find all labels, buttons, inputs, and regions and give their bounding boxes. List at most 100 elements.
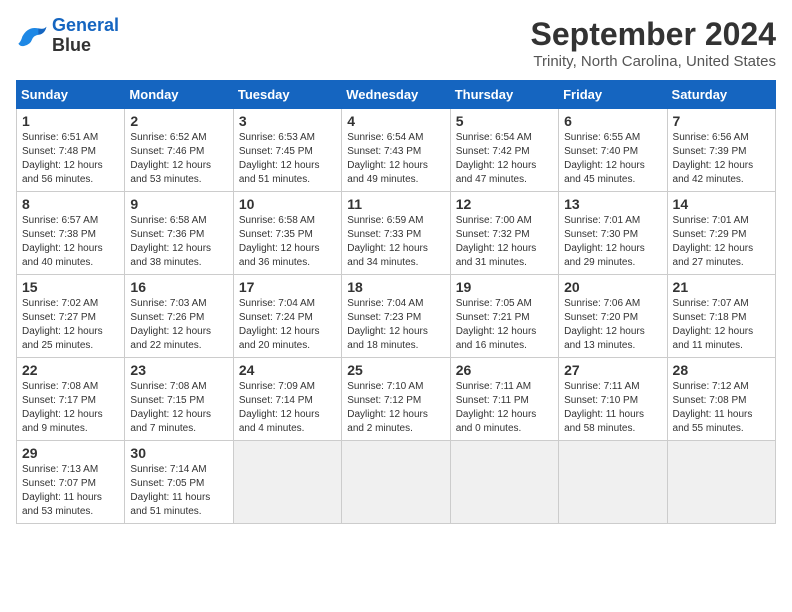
day-number: 16 <box>130 279 227 295</box>
day-number: 13 <box>564 196 661 212</box>
day-number: 29 <box>22 445 119 461</box>
day-cell: 22 Sunrise: 7:08 AM Sunset: 7:17 PM Dayl… <box>17 358 125 441</box>
day-cell: 18 Sunrise: 7:04 AM Sunset: 7:23 PM Dayl… <box>342 275 450 358</box>
day-info: Sunrise: 7:02 AM Sunset: 7:27 PM Dayligh… <box>22 297 119 353</box>
day-cell: 11 Sunrise: 6:59 AM Sunset: 7:33 PM Dayl… <box>342 192 450 275</box>
day-number: 12 <box>456 196 553 212</box>
day-number: 5 <box>456 113 553 129</box>
day-number: 27 <box>564 362 661 378</box>
day-info: Sunrise: 6:57 AM Sunset: 7:38 PM Dayligh… <box>22 214 119 270</box>
col-friday: Friday <box>559 81 667 109</box>
col-thursday: Thursday <box>450 81 558 109</box>
logo-text: General Blue <box>52 16 119 56</box>
day-number: 24 <box>239 362 336 378</box>
day-number: 19 <box>456 279 553 295</box>
day-number: 6 <box>564 113 661 129</box>
day-number: 7 <box>673 113 770 129</box>
day-info: Sunrise: 7:12 AM Sunset: 7:08 PM Dayligh… <box>673 380 770 436</box>
day-info: Sunrise: 7:04 AM Sunset: 7:24 PM Dayligh… <box>239 297 336 353</box>
day-info: Sunrise: 7:03 AM Sunset: 7:26 PM Dayligh… <box>130 297 227 353</box>
title-area: September 2024 Trinity, North Carolina, … <box>531 16 776 70</box>
col-sunday: Sunday <box>17 81 125 109</box>
day-number: 20 <box>564 279 661 295</box>
day-cell <box>342 441 450 524</box>
day-number: 4 <box>347 113 444 129</box>
day-number: 21 <box>673 279 770 295</box>
day-cell: 25 Sunrise: 7:10 AM Sunset: 7:12 PM Dayl… <box>342 358 450 441</box>
day-cell: 21 Sunrise: 7:07 AM Sunset: 7:18 PM Dayl… <box>667 275 775 358</box>
day-number: 10 <box>239 196 336 212</box>
day-info: Sunrise: 6:51 AM Sunset: 7:48 PM Dayligh… <box>22 131 119 187</box>
day-cell: 29 Sunrise: 7:13 AM Sunset: 7:07 PM Dayl… <box>17 441 125 524</box>
day-info: Sunrise: 6:56 AM Sunset: 7:39 PM Dayligh… <box>673 131 770 187</box>
day-cell: 14 Sunrise: 7:01 AM Sunset: 7:29 PM Dayl… <box>667 192 775 275</box>
day-cell: 5 Sunrise: 6:54 AM Sunset: 7:42 PM Dayli… <box>450 109 558 192</box>
day-info: Sunrise: 7:10 AM Sunset: 7:12 PM Dayligh… <box>347 380 444 436</box>
day-number: 26 <box>456 362 553 378</box>
day-cell: 17 Sunrise: 7:04 AM Sunset: 7:24 PM Dayl… <box>233 275 341 358</box>
day-cell: 15 Sunrise: 7:02 AM Sunset: 7:27 PM Dayl… <box>17 275 125 358</box>
day-number: 2 <box>130 113 227 129</box>
day-number: 15 <box>22 279 119 295</box>
day-info: Sunrise: 6:54 AM Sunset: 7:43 PM Dayligh… <box>347 131 444 187</box>
day-cell: 13 Sunrise: 7:01 AM Sunset: 7:30 PM Dayl… <box>559 192 667 275</box>
day-cell: 8 Sunrise: 6:57 AM Sunset: 7:38 PM Dayli… <box>17 192 125 275</box>
day-number: 23 <box>130 362 227 378</box>
day-info: Sunrise: 6:55 AM Sunset: 7:40 PM Dayligh… <box>564 131 661 187</box>
day-number: 1 <box>22 113 119 129</box>
day-number: 8 <box>22 196 119 212</box>
day-info: Sunrise: 7:01 AM Sunset: 7:29 PM Dayligh… <box>673 214 770 270</box>
col-saturday: Saturday <box>667 81 775 109</box>
day-info: Sunrise: 7:06 AM Sunset: 7:20 PM Dayligh… <box>564 297 661 353</box>
day-info: Sunrise: 6:53 AM Sunset: 7:45 PM Dayligh… <box>239 131 336 187</box>
day-number: 17 <box>239 279 336 295</box>
day-cell: 3 Sunrise: 6:53 AM Sunset: 7:45 PM Dayli… <box>233 109 341 192</box>
day-cell: 9 Sunrise: 6:58 AM Sunset: 7:36 PM Dayli… <box>125 192 233 275</box>
day-cell: 2 Sunrise: 6:52 AM Sunset: 7:46 PM Dayli… <box>125 109 233 192</box>
day-cell: 12 Sunrise: 7:00 AM Sunset: 7:32 PM Dayl… <box>450 192 558 275</box>
day-cell: 30 Sunrise: 7:14 AM Sunset: 7:05 PM Dayl… <box>125 441 233 524</box>
day-number: 3 <box>239 113 336 129</box>
day-cell: 20 Sunrise: 7:06 AM Sunset: 7:20 PM Dayl… <box>559 275 667 358</box>
day-number: 30 <box>130 445 227 461</box>
day-cell: 28 Sunrise: 7:12 AM Sunset: 7:08 PM Dayl… <box>667 358 775 441</box>
day-info: Sunrise: 7:14 AM Sunset: 7:05 PM Dayligh… <box>130 463 227 519</box>
day-cell: 24 Sunrise: 7:09 AM Sunset: 7:14 PM Dayl… <box>233 358 341 441</box>
day-number: 22 <box>22 362 119 378</box>
day-number: 18 <box>347 279 444 295</box>
day-cell <box>559 441 667 524</box>
header: General Blue September 2024 Trinity, Nor… <box>16 16 776 70</box>
day-info: Sunrise: 6:54 AM Sunset: 7:42 PM Dayligh… <box>456 131 553 187</box>
week-row-2: 8 Sunrise: 6:57 AM Sunset: 7:38 PM Dayli… <box>17 192 776 275</box>
day-info: Sunrise: 7:05 AM Sunset: 7:21 PM Dayligh… <box>456 297 553 353</box>
day-cell: 23 Sunrise: 7:08 AM Sunset: 7:15 PM Dayl… <box>125 358 233 441</box>
calendar-table: Sunday Monday Tuesday Wednesday Thursday… <box>16 80 776 524</box>
week-row-3: 15 Sunrise: 7:02 AM Sunset: 7:27 PM Dayl… <box>17 275 776 358</box>
logo-icon <box>16 22 48 50</box>
month-title: September 2024 <box>531 16 776 53</box>
day-cell <box>450 441 558 524</box>
day-info: Sunrise: 7:04 AM Sunset: 7:23 PM Dayligh… <box>347 297 444 353</box>
day-info: Sunrise: 7:01 AM Sunset: 7:30 PM Dayligh… <box>564 214 661 270</box>
week-row-1: 1 Sunrise: 6:51 AM Sunset: 7:48 PM Dayli… <box>17 109 776 192</box>
col-monday: Monday <box>125 81 233 109</box>
day-info: Sunrise: 6:59 AM Sunset: 7:33 PM Dayligh… <box>347 214 444 270</box>
day-cell: 4 Sunrise: 6:54 AM Sunset: 7:43 PM Dayli… <box>342 109 450 192</box>
day-number: 25 <box>347 362 444 378</box>
day-cell <box>233 441 341 524</box>
day-info: Sunrise: 6:58 AM Sunset: 7:36 PM Dayligh… <box>130 214 227 270</box>
day-info: Sunrise: 7:08 AM Sunset: 7:15 PM Dayligh… <box>130 380 227 436</box>
day-number: 11 <box>347 196 444 212</box>
day-cell: 27 Sunrise: 7:11 AM Sunset: 7:10 PM Dayl… <box>559 358 667 441</box>
day-info: Sunrise: 6:52 AM Sunset: 7:46 PM Dayligh… <box>130 131 227 187</box>
day-cell: 1 Sunrise: 6:51 AM Sunset: 7:48 PM Dayli… <box>17 109 125 192</box>
day-info: Sunrise: 7:07 AM Sunset: 7:18 PM Dayligh… <box>673 297 770 353</box>
day-cell: 7 Sunrise: 6:56 AM Sunset: 7:39 PM Dayli… <box>667 109 775 192</box>
day-info: Sunrise: 7:11 AM Sunset: 7:11 PM Dayligh… <box>456 380 553 436</box>
day-info: Sunrise: 7:09 AM Sunset: 7:14 PM Dayligh… <box>239 380 336 436</box>
day-cell: 16 Sunrise: 7:03 AM Sunset: 7:26 PM Dayl… <box>125 275 233 358</box>
logo: General Blue <box>16 16 119 56</box>
day-info: Sunrise: 7:11 AM Sunset: 7:10 PM Dayligh… <box>564 380 661 436</box>
day-cell: 6 Sunrise: 6:55 AM Sunset: 7:40 PM Dayli… <box>559 109 667 192</box>
day-number: 28 <box>673 362 770 378</box>
